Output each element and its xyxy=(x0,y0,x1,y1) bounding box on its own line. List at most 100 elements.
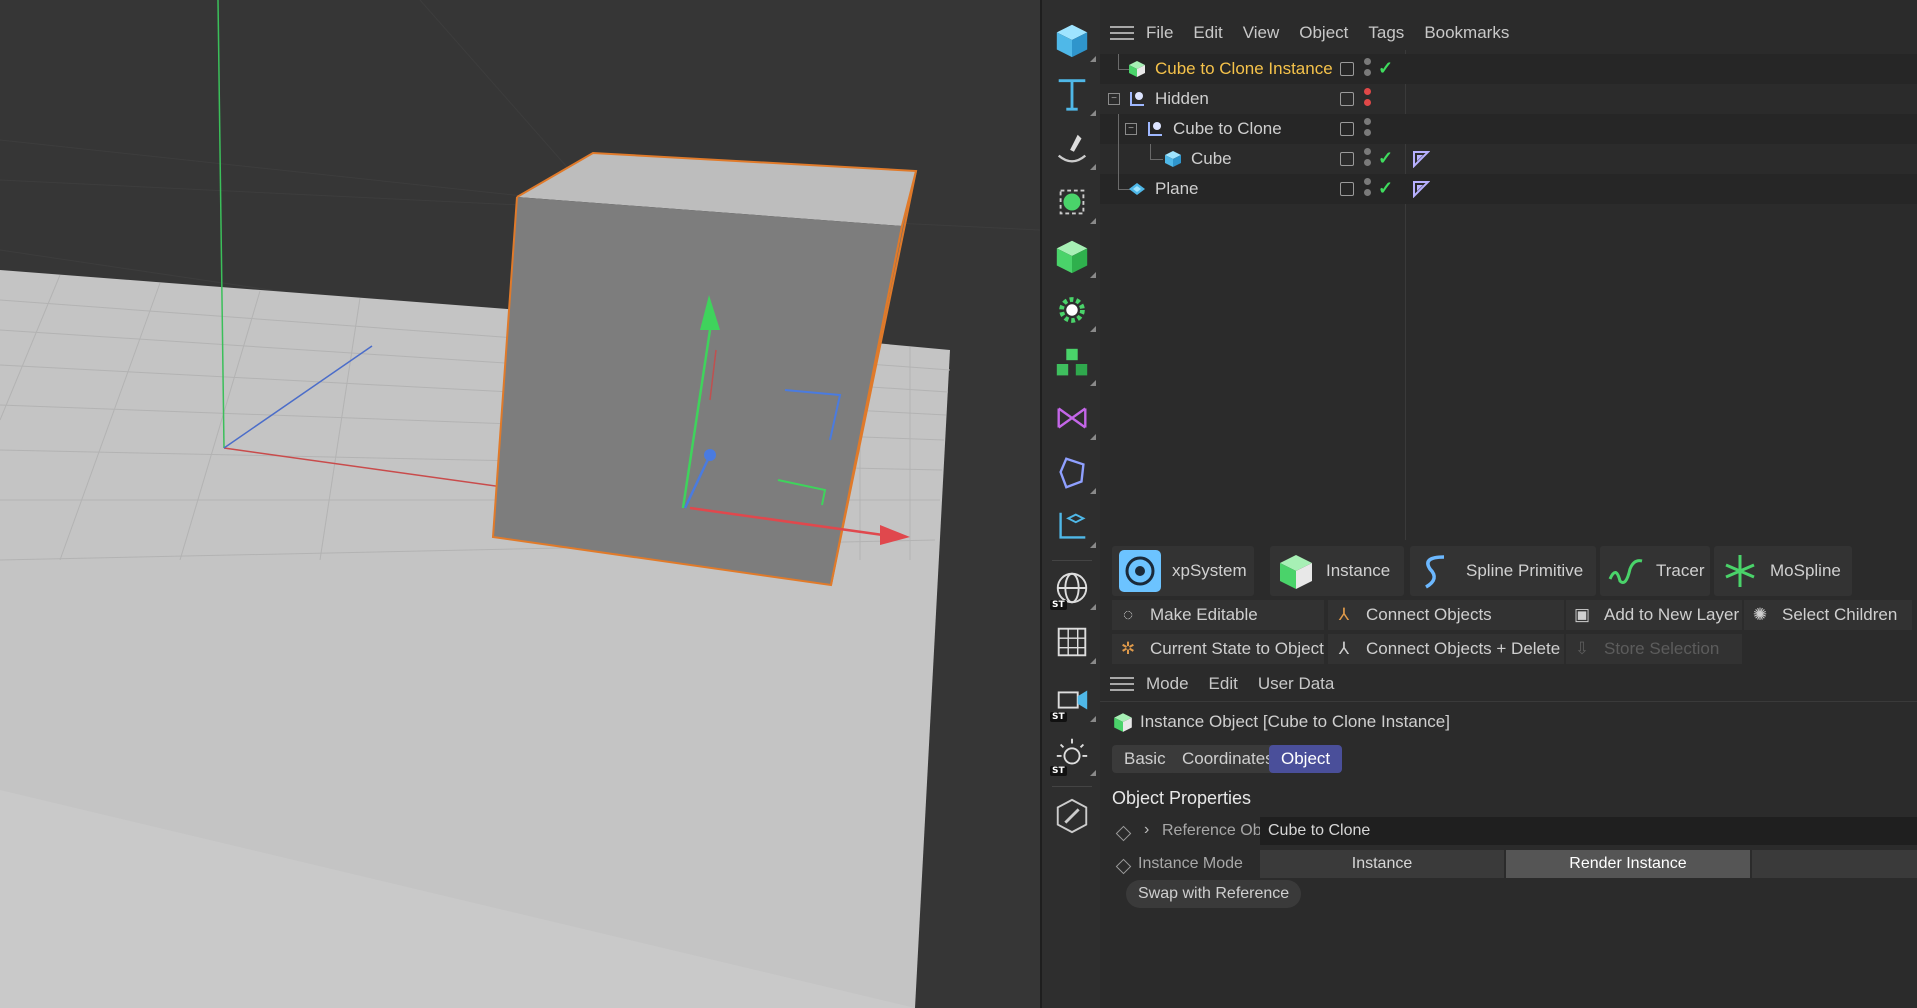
gear-icon xyxy=(1059,297,1085,323)
edit-toggle-icon[interactable] xyxy=(1340,92,1354,106)
collapse-toggle-icon[interactable]: − xyxy=(1108,93,1120,105)
menu-tags[interactable]: Tags xyxy=(1368,23,1404,43)
store-selection-button[interactable]: ⇩ Store Selection xyxy=(1566,634,1742,664)
menu-user-data[interactable]: User Data xyxy=(1258,674,1335,694)
selection-icon xyxy=(1059,189,1085,215)
floor-grid-tool-button[interactable] xyxy=(1050,620,1096,664)
expand-arrow-icon[interactable]: › xyxy=(1144,821,1149,839)
edit-toggle-icon[interactable] xyxy=(1340,182,1354,196)
make-editable-icon: ◌ xyxy=(1122,605,1134,624)
edit-toggle-icon[interactable] xyxy=(1340,62,1354,76)
menu-edit[interactable]: Edit xyxy=(1193,23,1222,43)
cube-front-face xyxy=(493,197,902,585)
object-row-cube[interactable]: Cube ✓ xyxy=(1100,144,1917,174)
visibility-dots-icon[interactable] xyxy=(1364,148,1372,170)
viewport-scene[interactable] xyxy=(0,0,1040,1008)
xpsystem-button[interactable]: xpSystem xyxy=(1112,546,1254,596)
mospline-button[interactable]: MoSpline xyxy=(1714,546,1852,596)
instance-icon xyxy=(1114,713,1132,732)
reference-object-value: Cube to Clone xyxy=(1268,822,1371,839)
add-to-new-layer-button[interactable]: ▣ Add to New Layer xyxy=(1566,600,1742,630)
connect-objects-delete-button[interactable]: ⅄ Connect Objects + Delete xyxy=(1328,634,1564,664)
field-tool-button[interactable] xyxy=(1050,396,1096,440)
volume-icon xyxy=(1059,457,1085,489)
xpsystem-icon xyxy=(1119,550,1161,592)
object-row-cube-to-clone-instance[interactable]: Cube to Clone Instance ✓ xyxy=(1100,54,1917,84)
environment-tool-button[interactable]: ST xyxy=(1050,566,1096,610)
3d-viewport[interactable] xyxy=(0,0,1040,1008)
scene-tool-button[interactable] xyxy=(1050,504,1096,548)
visibility-dots-icon[interactable] xyxy=(1364,58,1372,80)
button-label: Spline Primitive xyxy=(1466,561,1584,580)
edit-mode-tool-button[interactable] xyxy=(1050,794,1094,838)
cube-icon xyxy=(1056,24,1088,58)
volume-tool-button[interactable] xyxy=(1050,450,1096,494)
enabled-check-icon[interactable]: ✓ xyxy=(1378,58,1393,79)
swap-with-reference-button[interactable]: Swap with Reference xyxy=(1126,880,1302,908)
object-row-plane[interactable]: Plane ✓ xyxy=(1100,114,1917,204)
pen-tool-button[interactable] xyxy=(1050,126,1096,170)
keyframe-diamond-icon[interactable] xyxy=(1115,825,1132,842)
tab-object[interactable]: Object xyxy=(1269,745,1343,773)
menu-mode[interactable]: Mode xyxy=(1146,674,1189,694)
menu-bookmarks[interactable]: Bookmarks xyxy=(1424,23,1509,43)
button-label: Instance xyxy=(1326,561,1391,580)
generator-tool-button[interactable] xyxy=(1050,234,1096,278)
light-tool-button[interactable]: ST xyxy=(1050,732,1096,776)
button-label: Make Editable xyxy=(1150,605,1258,624)
text-tool-button[interactable] xyxy=(1050,72,1096,116)
mograph-tool-button[interactable] xyxy=(1050,342,1096,386)
button-label: xpSystem xyxy=(1172,561,1247,580)
object-row-cube-to-clone[interactable]: − Cube to Clone xyxy=(1100,114,1917,144)
connect-objects-button[interactable]: ⅄ Connect Objects xyxy=(1328,600,1564,630)
visibility-dots-icon[interactable] xyxy=(1364,118,1372,140)
visibility-dots-icon[interactable] xyxy=(1364,178,1372,200)
current-state-to-object-button[interactable]: ✲ Current State to Object xyxy=(1112,634,1324,664)
spline-primitive-button[interactable]: Spline Primitive xyxy=(1410,546,1596,596)
enabled-check-icon[interactable]: ✓ xyxy=(1378,148,1393,169)
enabled-check-icon[interactable]: ✓ xyxy=(1378,178,1393,199)
select-children-button[interactable]: ✺ Select Children xyxy=(1744,600,1912,630)
phong-tag-icon[interactable] xyxy=(1412,150,1430,168)
tool-palette: ST ST ST xyxy=(1040,0,1102,1008)
edit-toggle-icon[interactable] xyxy=(1340,152,1354,166)
connect-delete-icon: ⅄ xyxy=(1338,639,1350,658)
deformer-tool-button[interactable] xyxy=(1050,288,1096,332)
selection-tool-button[interactable] xyxy=(1050,180,1096,224)
plane-icon xyxy=(1129,183,1145,195)
phong-tag-icon[interactable] xyxy=(1412,180,1430,198)
reference-object-field[interactable]: Cube to Clone xyxy=(1260,817,1917,845)
button-label: Connect Objects xyxy=(1366,605,1492,624)
object-row-hidden[interactable]: − Hidden xyxy=(1100,84,1917,114)
tracer-button[interactable]: Tracer xyxy=(1600,546,1710,596)
select-children-icon: ✺ xyxy=(1752,605,1768,624)
menu-edit[interactable]: Edit xyxy=(1209,674,1238,694)
make-editable-button[interactable]: ◌ Make Editable xyxy=(1112,600,1324,630)
current-state-icon: ✲ xyxy=(1120,639,1136,658)
button-label: Connect Objects + Delete xyxy=(1366,639,1561,658)
object-name[interactable]: Hidden xyxy=(1155,84,1209,114)
menu-object[interactable]: Object xyxy=(1299,23,1348,43)
null-icon xyxy=(1130,92,1144,106)
hamburger-menu-icon[interactable] xyxy=(1110,677,1134,691)
keyframe-diamond-icon[interactable] xyxy=(1115,858,1132,875)
instance-button[interactable]: Instance xyxy=(1270,546,1404,596)
object-name[interactable]: Cube to Clone xyxy=(1173,114,1282,144)
hamburger-menu-icon[interactable] xyxy=(1110,26,1134,40)
attribute-manager: Mode Edit User Data Instance Object [Cub… xyxy=(1100,665,1917,1008)
camera-tool-button[interactable]: ST xyxy=(1050,678,1096,722)
edit-toggle-icon[interactable] xyxy=(1340,122,1354,136)
text-icon xyxy=(1058,79,1086,111)
mode-option-render-instance[interactable]: Render Instance xyxy=(1506,850,1750,878)
menu-view[interactable]: View xyxy=(1243,23,1280,43)
cube-tool-button[interactable] xyxy=(1050,18,1096,62)
tab-basic[interactable]: Basic xyxy=(1112,745,1178,773)
object-manager: Cube to Clone Instance ✓ − Hidden − Cube… xyxy=(1100,50,1917,540)
button-label: MoSpline xyxy=(1770,561,1841,580)
visibility-dots-icon[interactable] xyxy=(1364,88,1372,110)
menu-file[interactable]: File xyxy=(1146,23,1173,43)
object-name[interactable]: Cube to Clone Instance xyxy=(1155,54,1333,84)
mode-option-instance[interactable]: Instance xyxy=(1260,850,1504,878)
object-name[interactable]: Plane xyxy=(1155,174,1198,204)
object-name[interactable]: Cube xyxy=(1191,144,1232,174)
